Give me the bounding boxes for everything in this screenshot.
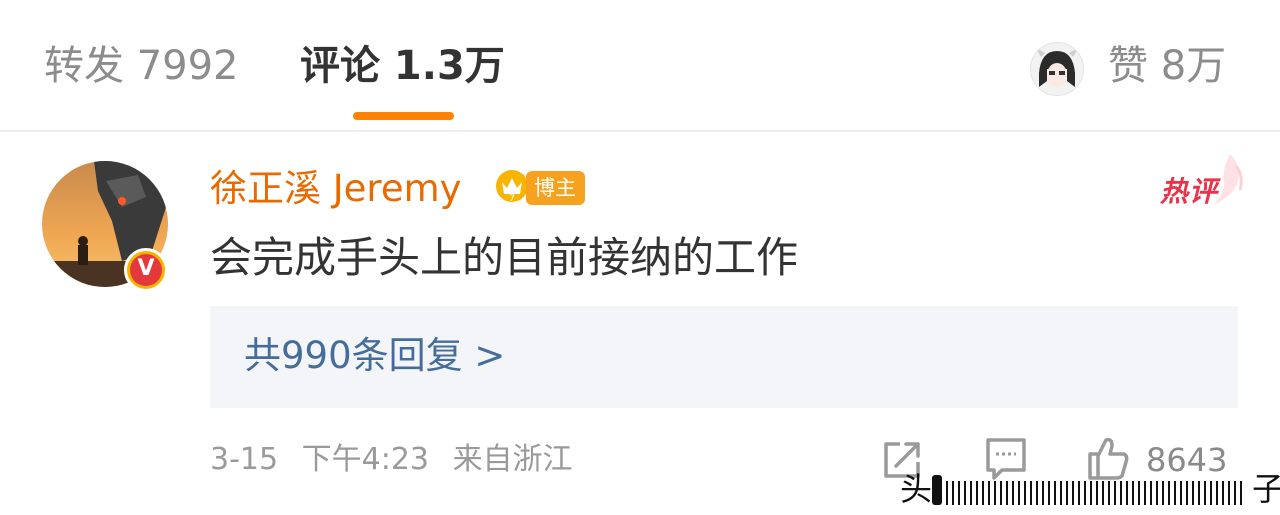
comment-time: 下午4:23: [301, 442, 430, 477]
active-tab-indicator: [353, 112, 454, 120]
flame-decoration-icon: [1214, 154, 1243, 204]
crown-icon: 7: [496, 170, 528, 204]
blogger-badge: 博主: [526, 171, 585, 205]
view-replies-link[interactable]: 共990条回复 >: [244, 331, 505, 381]
comment-date: 3-15: [210, 442, 279, 477]
comment-text: 会完成手头上的目前接纳的工作: [210, 233, 799, 282]
watermark-left-char: 头: [900, 470, 933, 508]
comment-tabs-bar: 转发 7992 评论 1.3万 赞 8万: [0, 0, 1280, 132]
svg-text:7: 7: [509, 194, 515, 204]
tab-reposts[interactable]: 转发 7992: [44, 40, 239, 92]
verified-v-icon: V: [124, 248, 168, 292]
comment-username[interactable]: 徐正溪 Jeremy: [210, 164, 462, 214]
liker-avatar[interactable]: [1030, 42, 1084, 96]
tab-likes[interactable]: 赞 8万: [1108, 40, 1226, 92]
replies-box[interactable]: 共990条回复 >: [210, 306, 1238, 408]
watermark-barcode: [932, 475, 1242, 505]
comment-meta: 3-15 下午4:23 来自浙江: [210, 440, 573, 480]
anime-avatar-icon: [1031, 43, 1083, 95]
tab-comments[interactable]: 评论 1.3万: [300, 40, 505, 92]
watermark-right-char: 子: [1252, 470, 1280, 508]
watermark-overlay: 头 子: [880, 455, 1280, 515]
comment-location: 来自浙江: [452, 442, 573, 477]
